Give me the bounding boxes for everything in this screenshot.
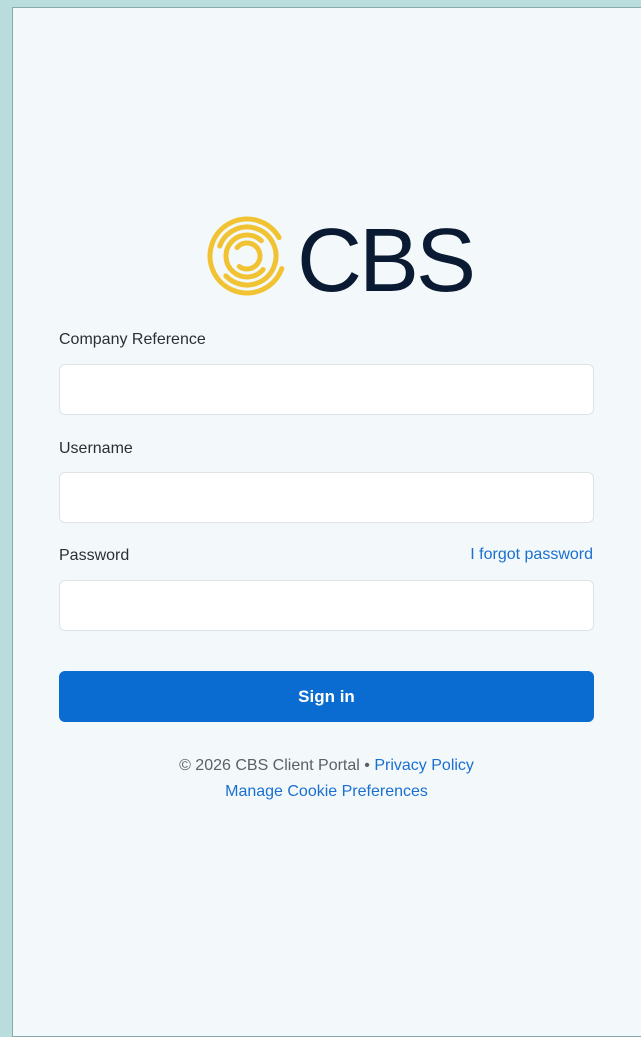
cbs-logo-graphic: CBS: [207, 211, 476, 301]
company-reference-input[interactable]: [59, 364, 594, 415]
logo-ring-icon: [207, 216, 287, 296]
cbs-logo: CBS: [207, 211, 477, 301]
footer-line-2: Manage Cookie Preferences: [59, 783, 594, 801]
forgot-password-link[interactable]: I forgot password: [470, 546, 593, 564]
sign-in-button[interactable]: Sign in: [59, 671, 594, 722]
company-reference-label: Company Reference: [59, 331, 206, 348]
username-input[interactable]: [59, 472, 594, 523]
username-label: Username: [59, 440, 133, 457]
app-window: CBS Company Reference Username Password …: [0, 0, 641, 1037]
password-input[interactable]: [59, 580, 594, 631]
manage-cookie-preferences-link[interactable]: Manage Cookie Preferences: [225, 783, 428, 800]
copyright-text: © 2026 CBS Client Portal: [179, 757, 360, 774]
footer-separator: •: [364, 757, 370, 774]
footer-line-1: © 2026 CBS Client Portal • Privacy Polic…: [59, 757, 594, 775]
password-label: Password: [59, 547, 130, 564]
logo-wordmark: CBS: [297, 211, 473, 301]
privacy-policy-link[interactable]: Privacy Policy: [374, 757, 474, 774]
